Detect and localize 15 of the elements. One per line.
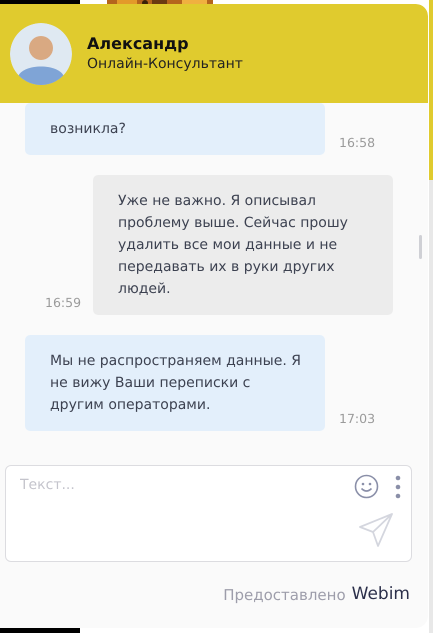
visitor-message: Уже не важно. Я описывал проблему выше. Сейчас прошу удалить все мои данные и не передавать их в руки других людей. [93,175,393,315]
message-time: 17:03 [339,410,376,428]
operator-message: возникла? [25,103,325,155]
operator-message: Мы не распространяем данные. Я не вижу Ваши переписки с другим операторами. [25,335,325,431]
emoji-icon[interactable] [354,474,379,499]
operator-role: Онлайн-Консультант [87,54,243,74]
avatar-icon [10,22,72,84]
more-icon[interactable] [395,474,401,498]
powered-by-label: Предоставлено [223,584,346,606]
message-input[interactable]: Текст... [18,474,354,496]
brand-logo[interactable]: Webim [352,582,410,608]
operator-name: Александр [87,34,190,54]
message-time: 16:58 [339,134,376,152]
scrollbar-thumb[interactable] [419,235,422,259]
message-time: 16:59 [45,294,82,312]
